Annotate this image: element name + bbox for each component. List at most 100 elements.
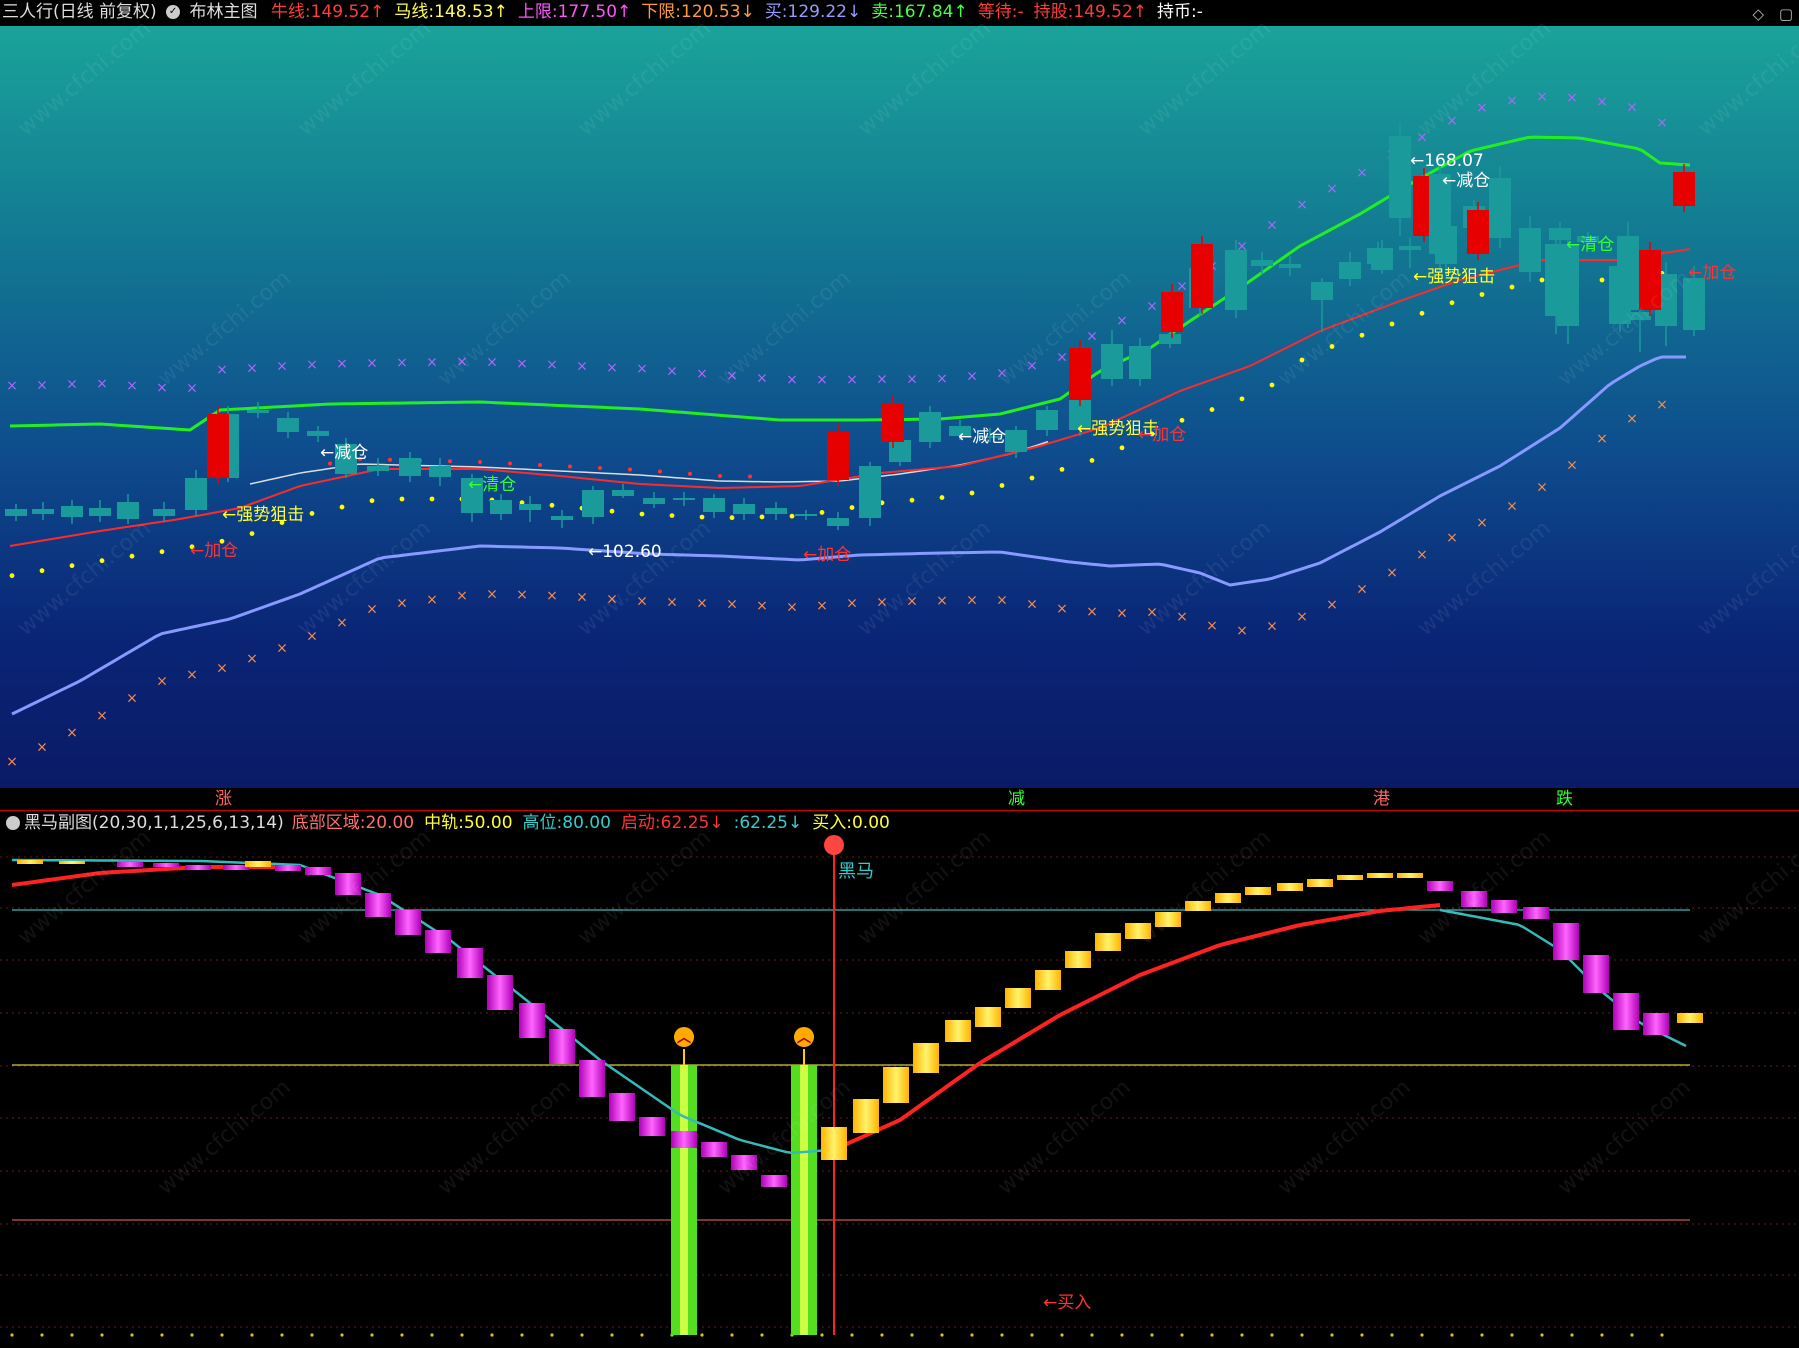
topbar-item-4: 买:129.22↓ — [765, 0, 861, 24]
candle-body — [185, 478, 207, 510]
sub-indicator-bar: 黑马副图(20,30,1,1,25,6,13,14) 底部区域:20.00 中轨:5… — [0, 811, 1799, 835]
upper-x-marker: × — [1506, 93, 1518, 109]
histogram-bar-purple — [305, 867, 331, 875]
bottom-dot — [730, 1333, 734, 1337]
candle-body — [1399, 246, 1421, 250]
mid-signal-dot — [628, 467, 632, 472]
histogram-bar-gold — [1307, 879, 1333, 887]
lower-x-marker: × — [1206, 618, 1218, 634]
topbar-item-value: 129.22↓ — [787, 2, 862, 22]
chart-annotation: ←减仓 — [958, 427, 1006, 447]
lower-x-marker: × — [876, 594, 888, 610]
lower-x-marker: × — [96, 708, 108, 724]
candle-body — [703, 498, 725, 512]
topbar-item-label: 持股: — [1033, 2, 1074, 22]
topbar-item-value: 167.84↑ — [893, 2, 968, 22]
topbar-item-2: 上限:177.50↑ — [518, 0, 631, 24]
bull-signal-dot — [609, 508, 615, 514]
sub-indicator-settings-icon[interactable] — [6, 816, 20, 830]
bull-signal-dot — [789, 513, 795, 519]
candle-body — [1519, 228, 1541, 272]
lower-x-marker: × — [336, 615, 348, 631]
candle-body — [919, 412, 941, 442]
candle-body — [1617, 236, 1639, 310]
histogram-bar-purple — [1461, 891, 1487, 907]
bottom-dot — [1360, 1333, 1364, 1337]
candle-body — [117, 502, 139, 519]
topbar-item-7: 持股:149.52↑ — [1034, 0, 1147, 24]
bull-signal-dot — [39, 568, 45, 574]
candle-body — [827, 432, 849, 480]
bull-signal-dot — [9, 573, 15, 579]
sub-indicator-title[interactable]: 黑马副图(20,30,1,1,25,6,13,14) — [24, 813, 284, 833]
sub-chart-panel[interactable]: ︿ ︿ 黑马 ←买入 www.cfchi.com www.cfchi.com www.cf… — [0, 825, 1799, 1348]
topbar-item-3: 下限:120.53↓ — [641, 0, 754, 24]
upper-x-marker: × — [1116, 313, 1128, 329]
candle-body — [882, 404, 904, 442]
heima-label: 黑马 — [838, 861, 874, 882]
bottom-dot — [640, 1333, 644, 1337]
subbar-item-3: 启动:62.25↓ — [621, 813, 724, 833]
upper-x-marker: × — [666, 364, 678, 380]
topbar-item-5: 卖:167.84↑ — [871, 0, 967, 24]
histogram-bar-gold — [1337, 875, 1363, 880]
diamond-icon[interactable]: ◇ — [1752, 2, 1764, 26]
lower-x-marker: × — [756, 598, 768, 614]
subbar-item-0: 底部区域:20.00 — [292, 813, 414, 833]
chart-annotation: ←减仓 — [320, 443, 368, 463]
bottom-dot — [1090, 1333, 1094, 1337]
upper-x-marker: × — [1626, 100, 1638, 116]
histogram-bar-gold — [1397, 873, 1423, 878]
candle-body — [673, 498, 695, 500]
bull-signal-dot — [339, 504, 345, 510]
bull-signal-dot — [939, 495, 945, 500]
lower-x-marker: × — [1386, 565, 1398, 581]
maximize-icon[interactable]: ▢ — [1779, 2, 1793, 26]
upper-x-marker: × — [156, 380, 168, 396]
subbar-item-value: 80.00 — [562, 813, 611, 833]
histogram-bar-purple — [761, 1175, 787, 1187]
topbar-item-value: 120.53↓ — [681, 2, 755, 22]
bottom-dot — [310, 1333, 314, 1337]
lower-x-marker: × — [1116, 606, 1128, 622]
candle-body — [1191, 244, 1213, 308]
lower-x-marker: × — [396, 595, 408, 611]
candle-body — [1225, 250, 1247, 310]
bull-signal-dot — [729, 515, 735, 521]
upper-x-marker: × — [96, 376, 108, 392]
lower-x-marker: × — [846, 596, 858, 612]
upper-x-marker: × — [186, 381, 198, 397]
bottom-dot — [100, 1333, 104, 1337]
lower-x-marker: × — [576, 589, 588, 605]
lower-x-marker: × — [966, 592, 978, 608]
indicator-settings-icon[interactable]: ✓ — [166, 5, 181, 19]
lower-x-marker: × — [246, 651, 258, 667]
upper-x-marker: × — [276, 359, 288, 375]
stock-title[interactable]: 三人行(日线 前复权) — [2, 0, 157, 24]
bull-signal-dot — [69, 563, 75, 569]
bull-signal-dot — [1359, 332, 1365, 338]
upper-x-marker: × — [1296, 197, 1308, 213]
upper-x-marker: × — [6, 378, 18, 394]
sub-chart-canvas[interactable]: ︿ ︿ 黑马 ←买入 — [0, 835, 1799, 1348]
lower-x-marker: × — [186, 667, 198, 683]
main-chart-canvas[interactable]: × × × × × × × × × × × × × × × × × × × × × × × × × × × × × × × × × × × × × × × ×… — [0, 26, 1799, 788]
upper-x-marker: × — [1416, 129, 1428, 145]
indicator-name[interactable]: 布林主图 — [189, 0, 257, 24]
subbar-item-value: 0.00 — [851, 813, 890, 833]
bottom-dot — [1510, 1333, 1514, 1337]
histogram-bar-gold — [245, 861, 271, 867]
candle-body — [1673, 172, 1695, 206]
subbar-item-5: 买入:0.00 — [812, 813, 890, 833]
subbar-item-label: 启动: — [620, 813, 661, 833]
candle-body — [1159, 334, 1181, 344]
candle-body — [1101, 344, 1123, 379]
bottom-dot — [940, 1333, 944, 1337]
upper-x-marker: × — [936, 371, 948, 387]
main-chart-panel[interactable]: × × × × × × × × × × × × × × × × × × × × × × × × × × × × × × × × × × × × × × × ×… — [0, 16, 1799, 788]
lower-x-marker: × — [1416, 547, 1428, 563]
histogram-bar-gold — [1005, 988, 1031, 1008]
histogram-bar-purple — [153, 863, 179, 867]
histogram-bar-gold — [1677, 1013, 1703, 1023]
candle-body — [429, 466, 451, 477]
